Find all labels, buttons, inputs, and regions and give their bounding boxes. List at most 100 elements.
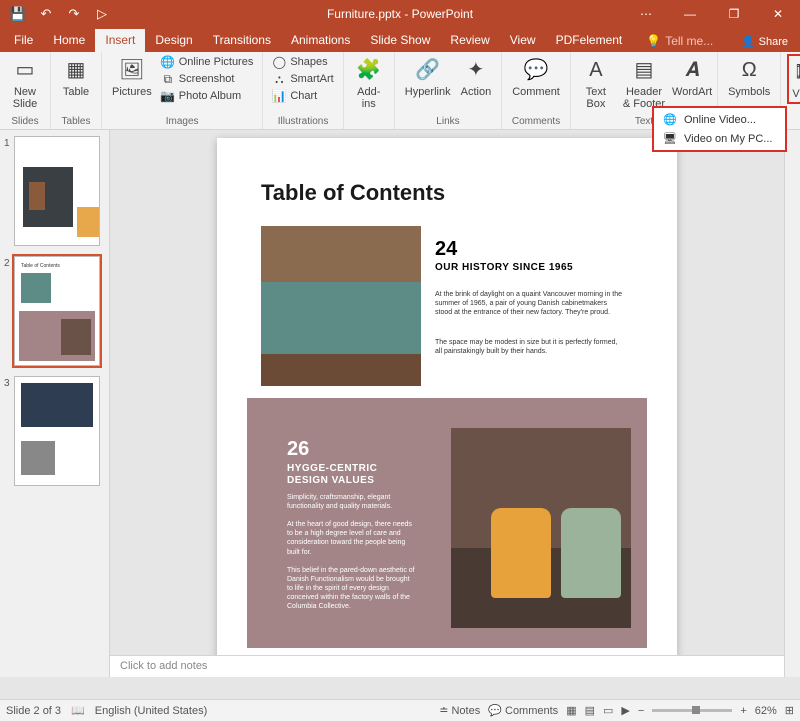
close-button[interactable]: ✕ <box>756 0 800 28</box>
tab-file[interactable]: File <box>4 29 43 52</box>
addins-icon: 🧩 <box>355 56 383 84</box>
section-1-paragraph-a[interactable]: At the brink of daylight on a quaint Van… <box>435 290 625 317</box>
action-button[interactable]: ✦Action <box>457 54 496 100</box>
tab-view[interactable]: View <box>500 29 546 52</box>
smartart-label: SmartArt <box>290 73 333 85</box>
online-pictures-button[interactable]: 🌐Online Pictures <box>158 54 257 70</box>
video-button[interactable]: 🎞Video <box>787 54 800 104</box>
slide-thumbnails-panel: 1 2 Table of Contents 3 <box>0 130 110 677</box>
group-links-label: Links <box>436 115 459 129</box>
tab-review[interactable]: Review <box>440 29 499 52</box>
wordart-button[interactable]: 𝑨WordArt <box>673 54 711 100</box>
group-images: 🖼Pictures 🌐Online Pictures ⧉Screenshot 📷… <box>102 52 263 129</box>
chairs-image[interactable] <box>451 428 631 628</box>
zoom-percent[interactable]: 62% <box>755 705 777 717</box>
redo-button[interactable]: ↷ <box>62 2 86 26</box>
thumbnail-1-wrap: 1 <box>4 136 105 246</box>
thumb2-img-b <box>61 319 91 355</box>
section-2-heading[interactable]: HYGGE-CENTRIC DESIGN VALUES <box>287 463 407 487</box>
video-on-my-pc-menu-item[interactable]: 🖥Video on My PC... <box>654 129 785 148</box>
wordart-label: WordArt <box>672 86 712 98</box>
sofa-image[interactable] <box>261 226 421 386</box>
share-button[interactable]: 👤Share <box>729 31 800 52</box>
language-status[interactable]: English (United States) <box>95 705 208 717</box>
photo-album-button[interactable]: 📷Photo Album <box>158 88 257 104</box>
window-title: Furniture.pptx - PowerPoint <box>327 7 473 21</box>
thumbnail-3[interactable] <box>14 376 100 486</box>
undo-button[interactable]: ↶ <box>34 2 58 26</box>
section-1-heading[interactable]: OUR HISTORY SINCE 1965 <box>435 262 573 274</box>
text-box-icon: A <box>582 56 610 84</box>
save-button[interactable]: 💾 <box>6 2 30 26</box>
reading-view-button[interactable]: ▭ <box>603 704 613 717</box>
zoom-slider[interactable] <box>652 709 732 712</box>
tell-me-search[interactable]: 💡Tell me... <box>638 30 721 52</box>
spellcheck-icon[interactable]: 📖 <box>71 704 85 717</box>
tab-design[interactable]: Design <box>145 29 202 52</box>
section-1-number[interactable]: 24 <box>435 238 457 261</box>
thumb2-title: Table of Contents <box>21 263 60 269</box>
section-2-number[interactable]: 26 <box>287 438 309 461</box>
window-controls: ⋯ — ❐ ✕ <box>624 0 800 28</box>
tab-pdfelement[interactable]: PDFelement <box>546 29 633 52</box>
ribbon-options-button[interactable]: ⋯ <box>624 0 668 28</box>
group-addins: 🧩Add-ins <box>344 52 395 129</box>
thumb2-img-a <box>21 273 51 303</box>
group-slides: ▭New Slide Slides <box>0 52 51 129</box>
notes-toggle[interactable]: ≐ Notes <box>439 704 480 717</box>
section-2-p-a: Simplicity, craftsmanship, elegant funct… <box>287 494 392 510</box>
normal-view-button[interactable]: ▦ <box>566 704 576 717</box>
action-icon: ✦ <box>462 56 490 84</box>
pictures-button[interactable]: 🖼Pictures <box>108 54 156 100</box>
section-2-paragraphs[interactable]: Simplicity, craftsmanship, elegant funct… <box>287 493 417 611</box>
thumbnail-3-wrap: 3 <box>4 376 105 486</box>
tab-home[interactable]: Home <box>43 29 95 52</box>
screenshot-icon: ⧉ <box>161 72 175 86</box>
section-1-paragraph-b[interactable]: The space may be modest in size but it i… <box>435 338 625 356</box>
addins-button[interactable]: 🧩Add-ins <box>350 54 388 112</box>
slide-title[interactable]: Table of Contents <box>261 180 445 206</box>
slide-canvas[interactable]: Table of Contents 24 OUR HISTORY SINCE 1… <box>110 130 784 655</box>
online-video-icon: 🌐 <box>662 113 678 126</box>
thumbnail-2[interactable]: Table of Contents <box>14 256 100 366</box>
tab-insert[interactable]: Insert <box>95 29 145 52</box>
group-text-label: Text <box>635 115 653 129</box>
chart-button[interactable]: 📊Chart <box>269 88 336 104</box>
thumbnail-1[interactable] <box>14 136 100 246</box>
new-slide-button[interactable]: ▭New Slide <box>6 54 44 112</box>
zoom-in-button[interactable]: + <box>740 705 746 717</box>
tab-transitions[interactable]: Transitions <box>203 29 281 52</box>
slide-counter: Slide 2 of 3 <box>6 705 61 717</box>
comment-button[interactable]: 💬Comment <box>508 54 564 100</box>
thumbnail-2-number: 2 <box>4 256 12 366</box>
shapes-button[interactable]: ◯Shapes <box>269 54 336 70</box>
tab-slideshow[interactable]: Slide Show <box>360 29 440 52</box>
hyperlink-button[interactable]: 🔗Hyperlink <box>401 54 455 100</box>
comments-toggle[interactable]: 💬 Comments <box>488 704 558 717</box>
zoom-out-button[interactable]: − <box>638 705 644 717</box>
tab-animations[interactable]: Animations <box>281 29 360 52</box>
thumb3-img-b <box>21 441 55 475</box>
online-pictures-icon: 🌐 <box>161 55 175 69</box>
symbols-button[interactable]: ΩSymbols <box>724 54 774 100</box>
vertical-scrollbar[interactable] <box>784 130 800 677</box>
maximize-button[interactable]: ❐ <box>712 0 756 28</box>
minimize-button[interactable]: — <box>668 0 712 28</box>
pictures-icon: 🖼 <box>118 56 146 84</box>
text-box-button[interactable]: AText Box <box>577 54 615 112</box>
sorter-view-button[interactable]: ▤ <box>585 704 595 717</box>
group-tables-label: Tables <box>62 115 91 129</box>
smartart-button[interactable]: ⛬SmartArt <box>269 71 336 87</box>
share-label: Share <box>759 36 788 48</box>
fit-to-window-button[interactable]: ⊞ <box>785 704 794 717</box>
slide[interactable]: Table of Contents 24 OUR HISTORY SINCE 1… <box>217 138 677 655</box>
slideshow-view-button[interactable]: ▶ <box>621 704 629 717</box>
header-footer-button[interactable]: ▤Header & Footer <box>617 54 671 112</box>
video-file-icon: 🖥 <box>662 132 678 145</box>
title-bar: 💾 ↶ ↷ ▷ Furniture.pptx - PowerPoint ⋯ — … <box>0 0 800 28</box>
notes-pane[interactable]: Click to add notes <box>110 655 784 677</box>
start-slideshow-button[interactable]: ▷ <box>90 2 114 26</box>
screenshot-button[interactable]: ⧉Screenshot <box>158 71 257 87</box>
table-button[interactable]: ▦Table <box>57 54 95 100</box>
online-video-menu-item[interactable]: 🌐Online Video... <box>654 110 785 129</box>
